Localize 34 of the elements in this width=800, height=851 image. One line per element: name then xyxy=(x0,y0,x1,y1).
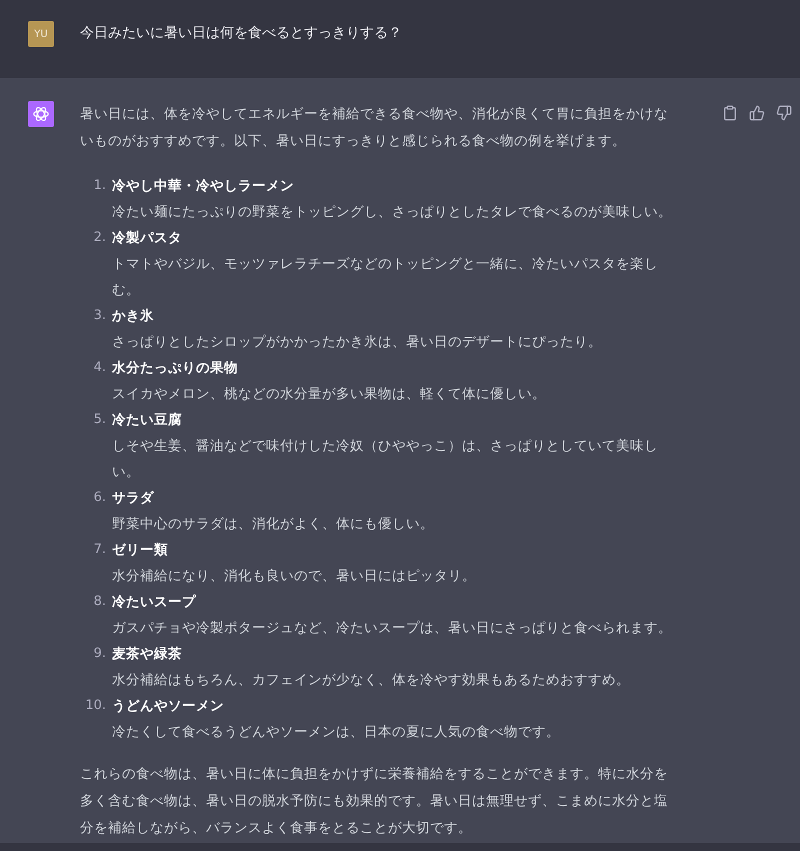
item-title: かき氷 xyxy=(112,307,155,326)
item-description: 野菜中心のサラダは、消化がよく、体にも優しい。 xyxy=(112,515,435,534)
intro-paragraph: 暑い日には、体を冷やしてエネルギーを補給できる食べ物や、消化が良くて胃に負担をかけないものがおすすめです。以下、暑い日にすっきりと感じられる食べ物の例を挙げます。 xyxy=(80,105,669,151)
list-number: 4. xyxy=(92,359,106,377)
item-title: 冷たいスープ xyxy=(112,593,198,612)
list-number: 9. xyxy=(92,645,106,663)
list-number: 5. xyxy=(92,411,106,429)
user-message: 今日みたいに暑い日は何を食べるとすっきりする？ xyxy=(80,24,402,43)
list-number: 3. xyxy=(92,307,106,325)
list-number: 7. xyxy=(92,541,106,559)
list-number: 10. xyxy=(84,697,106,715)
list-number: 6. xyxy=(92,489,106,507)
list-number: 2. xyxy=(92,229,106,247)
item-description: 水分補給はもちろん、カフェインが少なく、体を冷やす効果もあるためおすすめ。 xyxy=(112,671,631,690)
item-description: スイカやメロン、桃などの水分量が多い果物は、軽くて体に優しい。 xyxy=(112,385,547,404)
item-description: トマトやバジル、モッツァレラチーズなどのトッピングと一緒に、冷たいパスタを楽しむ。 xyxy=(112,255,659,300)
item-title: サラダ xyxy=(112,489,155,508)
item-title: 水分たっぷりの果物 xyxy=(112,359,239,378)
item-description: 冷たい麺にたっぷりの野菜をトッピングし、さっぱりとしたタレで食べるのが美味しい。 xyxy=(112,203,673,222)
item-title: 麦茶や緑茶 xyxy=(112,645,183,664)
item-title: 冷やし中華・冷やしラーメン xyxy=(112,177,295,196)
user-avatar: YU xyxy=(28,21,54,47)
conclusion-paragraph: これらの食べ物は、暑い日に体に負担をかけずに栄養補給をすることができます。特に水分を多く含む食べ物は、暑い日の脱水予防にも効果的です。暑い日は無理せず、こまめに水分と塩分を補給しながら、バランスよく食事をとることが大切です。 xyxy=(80,765,669,838)
item-description: ガスパチョや冷製ポタージュなど、冷たいスープは、暑い日にさっぱりと食べられます。 xyxy=(112,619,673,638)
item-description: 冷たくして食べるうどんやソーメンは、日本の夏に人気の食べ物です。 xyxy=(112,723,561,742)
item-description: しそや生姜、醤油などで味付けした冷奴（ひややっこ）は、さっぱりとしていて美味しい。 xyxy=(112,437,659,482)
item-title: 冷たい豆腐 xyxy=(112,411,183,430)
item-description: さっぱりとしたシロップがかかったかき氷は、暑い日のデザートにぴったり。 xyxy=(112,333,603,352)
item-title: うどんやソーメン xyxy=(112,697,225,716)
item-description: 水分補給になり、消化も良いので、暑い日にはピッタリ。 xyxy=(112,567,477,586)
list-number: 1. xyxy=(92,177,106,195)
list-number: 8. xyxy=(92,593,106,611)
item-title: ゼリー類 xyxy=(112,541,169,560)
item-title: 冷製パスタ xyxy=(112,229,183,248)
